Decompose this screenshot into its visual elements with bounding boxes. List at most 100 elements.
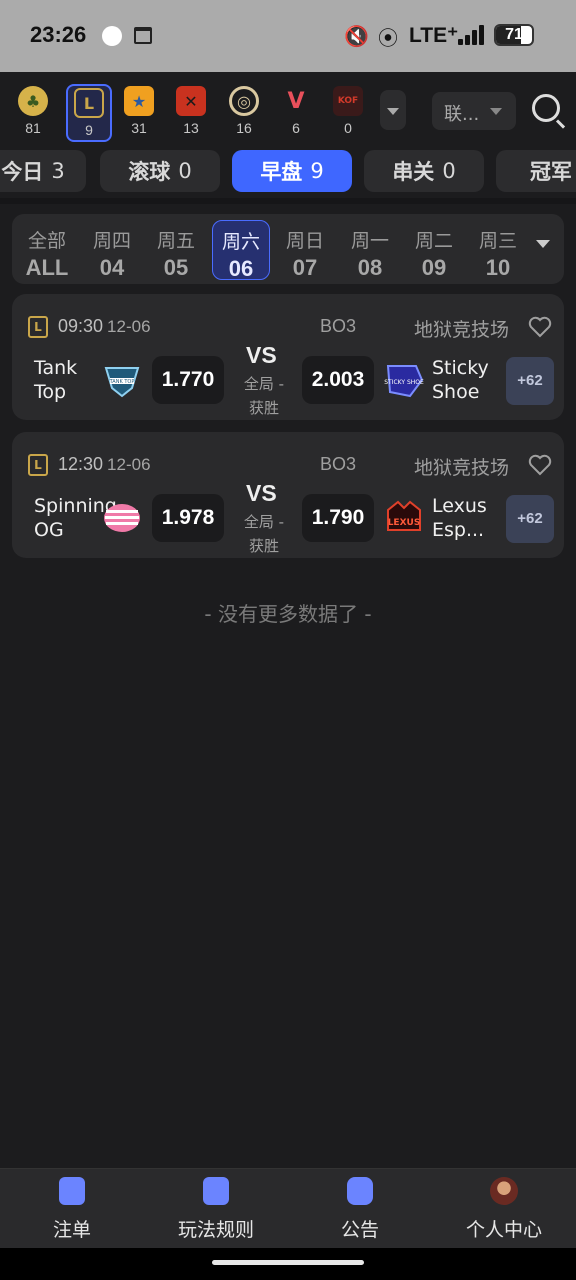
game-overwatch[interactable]: ◎ 16 xyxy=(221,84,267,142)
vibrate-off-icon: 🔇 xyxy=(344,24,369,48)
status-bar: 23:26 🔇 ⦿ LTE⁺ 71 xyxy=(0,0,576,72)
date-item[interactable]: 周五 05 xyxy=(147,220,205,280)
heart-icon[interactable] xyxy=(528,316,552,338)
date-num: 06 xyxy=(228,256,254,281)
odds-left-button[interactable]: 1.770 xyxy=(152,356,224,404)
status-time: 23:26 xyxy=(30,22,87,47)
battery-icon: 71 xyxy=(494,24,534,46)
nav-label: 玩法规则 xyxy=(177,1219,254,1241)
sticky-shoe-logo: STICKY SHOE xyxy=(384,365,424,398)
spinning-og-logo xyxy=(104,504,140,532)
heart-icon[interactable] xyxy=(528,454,552,476)
date-num: 08 xyxy=(357,255,383,280)
notification-dot-icon xyxy=(102,26,122,46)
lexus-logo-text: LEXUS xyxy=(388,518,421,528)
tab-count: 9 xyxy=(310,159,324,183)
game-count: 9 xyxy=(85,122,93,138)
nav-announcement[interactable]: 公告 xyxy=(300,1177,420,1242)
match-format: BO3 xyxy=(320,454,357,474)
market-label: 全局 - 获胜 xyxy=(243,375,285,417)
date-all[interactable]: 全部 ALL xyxy=(18,220,76,280)
date-day: 周三 xyxy=(478,230,517,252)
tab-parlay[interactable]: 串关 0 xyxy=(364,150,484,192)
more-markets-button[interactable]: +62 xyxy=(506,357,554,405)
clover-icon: ♣ xyxy=(18,86,48,116)
team-left-name: Tank Top xyxy=(34,357,78,403)
tab-live[interactable]: 滚球 0 xyxy=(100,150,220,192)
bottom-navigation: 注单 玩法规则 公告 个人中心 xyxy=(0,1168,576,1248)
nav-label: 公告 xyxy=(340,1219,379,1241)
orders-icon xyxy=(59,1177,85,1205)
network-type: LTE⁺ xyxy=(409,24,459,47)
match-date: 12-06 xyxy=(107,317,151,336)
tab-count: 3 xyxy=(51,159,65,183)
tab-today[interactable]: 今日 3 xyxy=(0,150,86,192)
announcement-icon xyxy=(347,1177,373,1205)
date-item[interactable]: 周一 08 xyxy=(341,220,399,280)
game-kof[interactable]: KOF 0 xyxy=(325,84,371,142)
date-item[interactable]: 周日 07 xyxy=(276,220,334,280)
game-dota2[interactable]: ✕ 13 xyxy=(168,84,214,142)
match-time-value: 09:30 xyxy=(58,316,104,336)
tab-count: 0 xyxy=(442,159,456,183)
tab-label: 冠军 xyxy=(530,160,572,184)
date-item-selected[interactable]: 周六 06 xyxy=(212,220,270,281)
date-num: 05 xyxy=(163,255,189,280)
date-day: 周五 xyxy=(156,230,195,252)
divider xyxy=(0,198,576,204)
date-day: 周六 xyxy=(221,231,260,253)
game-lol[interactable]: L 9 xyxy=(66,84,112,142)
date-item[interactable]: 周二 09 xyxy=(405,220,463,280)
odds-right-button[interactable]: 1.790 xyxy=(302,494,374,542)
date-day: 周二 xyxy=(414,230,453,252)
game-valorant[interactable]: V 6 xyxy=(273,84,319,142)
avatar xyxy=(490,1177,518,1205)
date-num: 09 xyxy=(421,255,447,280)
chevron-down-icon[interactable] xyxy=(536,240,550,248)
search-icon[interactable] xyxy=(532,94,560,122)
overwatch-icon: ◎ xyxy=(229,86,259,116)
game-csgo[interactable]: ★ 31 xyxy=(116,84,162,142)
tab-early[interactable]: 早盘 9 xyxy=(232,150,352,192)
more-games-dropdown[interactable] xyxy=(380,90,406,130)
match-time: 12:30 12-06 xyxy=(58,454,151,475)
nav-rules[interactable]: 玩法规则 xyxy=(156,1177,276,1242)
tank-top-logo: TANK TOP xyxy=(104,367,140,398)
game-count: 81 xyxy=(25,120,41,136)
game-count: 31 xyxy=(131,120,147,136)
lol-icon: L xyxy=(28,454,48,476)
home-indicator[interactable] xyxy=(212,1260,364,1265)
date-item[interactable]: 周三 10 xyxy=(469,220,527,280)
match-time-value: 12:30 xyxy=(58,454,104,474)
odds-right-button[interactable]: 2.003 xyxy=(302,356,374,404)
date-day: 周四 xyxy=(92,230,131,252)
league-name: 地狱竞技场 xyxy=(414,319,510,341)
battery-level: 71 xyxy=(505,26,523,43)
market-label: 全局 - 获胜 xyxy=(243,513,285,555)
nav-label: 注单 xyxy=(52,1219,91,1241)
game-count: 0 xyxy=(344,120,352,136)
market-tabs: 今日 3 滚球 0 早盘 9 串关 0 冠军 xyxy=(0,148,576,198)
date-day: 周日 xyxy=(285,230,324,252)
match-card[interactable]: L 12:30 12-06 BO3 地狱竞技场 Spinning OG 1.978… xyxy=(12,432,564,558)
match-card[interactable]: L 09:30 12-06 BO3 地狱竞技场 Tank Top TANK TOP… xyxy=(12,294,564,420)
nav-profile[interactable]: 个人中心 xyxy=(444,1177,564,1242)
valorant-icon: V xyxy=(287,88,305,114)
date-item[interactable]: 周四 04 xyxy=(83,220,141,280)
vs-label: VS xyxy=(246,342,277,368)
tab-champion[interactable]: 冠军 xyxy=(496,150,576,192)
system-home-bar xyxy=(0,1248,576,1280)
team-right-name: Lexus Esp... xyxy=(432,495,487,541)
more-markets-button[interactable]: +62 xyxy=(506,495,554,543)
date-num: 10 xyxy=(485,255,511,280)
tank-top-logo-text: TANK TOP xyxy=(109,379,135,385)
nav-orders[interactable]: 注单 xyxy=(12,1177,132,1242)
rules-icon xyxy=(203,1177,229,1205)
league-filter-select[interactable]: 联... xyxy=(432,92,516,130)
league-name: 地狱竞技场 xyxy=(414,457,510,479)
game-clover[interactable]: ♣ 81 xyxy=(10,84,56,142)
odds-left-button[interactable]: 1.978 xyxy=(152,494,224,542)
no-more-data-text: - 没有更多数据了 - xyxy=(204,602,372,626)
nav-label: 个人中心 xyxy=(465,1219,542,1241)
calendar-icon xyxy=(134,27,152,44)
